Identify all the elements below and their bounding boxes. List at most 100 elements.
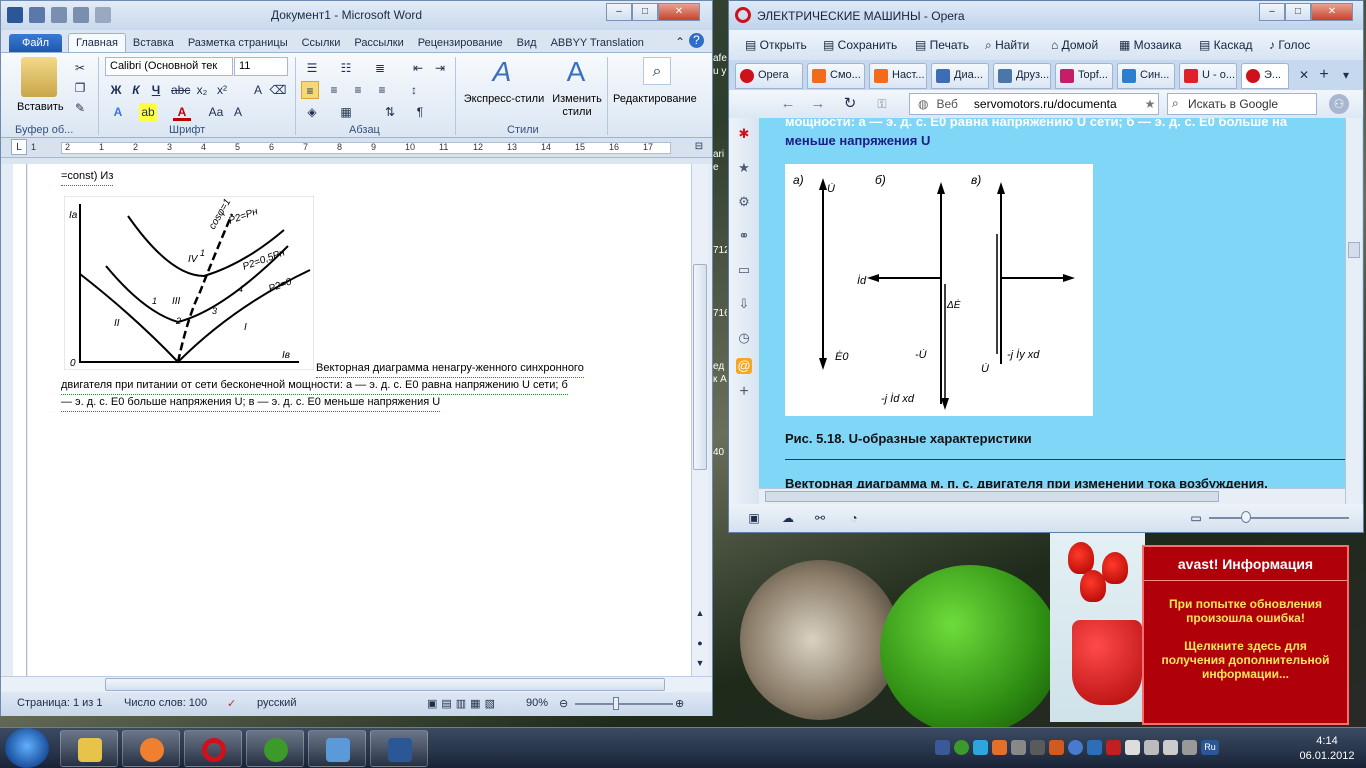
tray-avast-icon[interactable] (1049, 740, 1064, 755)
zoom-slider[interactable] (575, 703, 673, 705)
tab-nast[interactable]: Наст... (869, 63, 927, 89)
undo-icon[interactable] (51, 7, 67, 23)
tab-dia[interactable]: Диа... (931, 63, 989, 89)
zoom-level[interactable]: 90% (526, 697, 548, 709)
prev-page-icon[interactable]: ▲ (692, 604, 708, 622)
ribbon-minimize-icon[interactable]: ⌃ (671, 33, 689, 51)
sidebar-favorites-icon[interactable]: ★ (736, 160, 752, 176)
zoom-slider-thumb[interactable] (613, 697, 619, 710)
format-painter-icon[interactable]: ✎ (71, 99, 89, 117)
minimize-button[interactable]: – (606, 3, 632, 21)
font-color-icon[interactable]: A (173, 103, 191, 121)
tab-insert[interactable]: Вставка (126, 34, 181, 52)
tray-skype-icon[interactable] (973, 740, 988, 755)
copy-icon[interactable]: ❐ (71, 79, 89, 97)
new-tab-icon[interactable]: + (1315, 66, 1333, 84)
taskbar-word[interactable] (370, 730, 428, 767)
sidebar-unite-icon[interactable]: ⚭ (736, 228, 752, 244)
opera-vertical-scrollbar[interactable] (1345, 118, 1362, 504)
align-right-icon[interactable]: ≡ (349, 81, 367, 99)
tab-layout[interactable]: Разметка страницы (181, 34, 295, 52)
panel-toggle-icon[interactable]: ▣ (745, 509, 763, 527)
vector-diagram-figure[interactable]: а) б) в) U̇ İd Ė0 ΔĖ -U̇ -j İd xd -j İy … (785, 164, 1093, 416)
opera-close-button[interactable]: ✕ (1311, 3, 1353, 21)
status-language[interactable]: русский (257, 697, 296, 709)
font-name-combo[interactable]: Calibri (Основной тек (105, 57, 233, 76)
font-grow-icon[interactable]: A (249, 81, 267, 99)
opera-scroll-thumb[interactable] (1348, 242, 1360, 258)
change-styles-button[interactable]: Изменить стили (549, 93, 605, 119)
tray-flag-icon[interactable] (1125, 740, 1140, 755)
menu-print-button[interactable]: ▤ Печать (915, 38, 969, 52)
tray-language[interactable]: Ru (1201, 740, 1219, 755)
tab-view[interactable]: Вид (510, 34, 544, 52)
bold-icon[interactable]: Ж (107, 81, 125, 99)
menu-save-button[interactable]: ▤ Сохранить (823, 38, 897, 52)
decrease-indent-icon[interactable]: ⇤ (409, 59, 427, 77)
tray-app2-icon[interactable] (1011, 740, 1026, 755)
tab-references[interactable]: Ссылки (295, 34, 348, 52)
tray-update-icon[interactable] (1068, 740, 1083, 755)
borders-icon[interactable]: ▦ (337, 103, 355, 121)
word-vertical-scrollbar[interactable]: ▲ ● ▼ (691, 164, 708, 676)
tab-active[interactable]: Э... (1241, 63, 1289, 89)
show-marks-icon[interactable]: ¶ (411, 103, 429, 121)
cut-icon[interactable]: ✂ (71, 59, 89, 77)
menu-cascade-button[interactable]: ▤ Каскад (1199, 38, 1253, 52)
redo-icon[interactable] (73, 7, 89, 23)
next-page-icon[interactable]: ▼ (692, 654, 708, 672)
sidebar-history-icon[interactable]: ◷ (736, 330, 752, 346)
sidebar-bookmarks-icon[interactable]: ✱ (736, 126, 752, 142)
save-icon[interactable] (29, 7, 45, 23)
taskbar-picture-viewer[interactable] (308, 730, 366, 767)
change-case-icon[interactable]: A (229, 103, 247, 121)
sidebar-notes-icon[interactable]: ▭ (736, 262, 752, 278)
opera-horizontal-scrollbar[interactable] (759, 488, 1345, 504)
tab-close-icon[interactable]: ✕ (1295, 66, 1313, 84)
taskbar-media-player[interactable] (122, 730, 180, 767)
opera-link-icon[interactable]: ⚇ (1329, 94, 1349, 114)
shading-icon[interactable]: ◈ (303, 103, 321, 121)
express-styles-icon[interactable]: A (487, 57, 517, 87)
superscript-icon[interactable]: x² (213, 81, 231, 99)
bookmark-star-icon[interactable]: ★ (1141, 95, 1159, 113)
tab-druz[interactable]: Друз... (993, 63, 1051, 89)
turbo-icon[interactable]: ⚯ (811, 509, 829, 527)
document-page[interactable]: =const) Из Iа 0 Iв cosφ=1 P2=Pн P2=0,5Pн… (28, 164, 691, 676)
change-styles-icon[interactable]: A (561, 57, 591, 87)
tray-alert-icon[interactable] (1106, 740, 1121, 755)
subscript-icon[interactable]: x₂ (193, 81, 211, 99)
tab-menu-icon[interactable]: ▾ (1337, 66, 1355, 84)
avast-body[interactable]: При попытке обновления произошла ошибка!… (1144, 581, 1347, 697)
bullets-icon[interactable]: ☰ (303, 59, 321, 77)
tab-file[interactable]: Файл (9, 34, 63, 52)
align-left-icon[interactable]: ≡ (301, 81, 319, 99)
increase-indent-icon[interactable]: ⇥ (431, 59, 449, 77)
clock[interactable]: 4:14 06.01.2012 (1296, 734, 1358, 764)
word-app-icon[interactable] (7, 7, 23, 23)
unite-cloud-icon[interactable]: ☁ (779, 509, 797, 527)
tab-topf[interactable]: Topf... (1055, 63, 1113, 89)
browse-object-icon[interactable]: ● (692, 634, 708, 652)
tray-facebook-icon[interactable] (935, 740, 950, 755)
clear-format-icon[interactable]: ⌫ (269, 81, 287, 99)
taskbar-explorer[interactable] (60, 730, 118, 767)
font-size-combo[interactable]: 11 (234, 57, 288, 76)
numbering-icon[interactable]: ☷ (337, 59, 355, 77)
text-effects-icon[interactable]: A (109, 103, 127, 121)
back-icon[interactable]: ← (779, 95, 797, 113)
reload-icon[interactable]: ↻ (841, 95, 859, 113)
menu-home-button[interactable]: ⌂ Домой (1051, 38, 1098, 52)
word-hscroll-thumb[interactable] (105, 678, 665, 691)
underline-icon[interactable]: Ч (147, 81, 165, 99)
avast-notification[interactable]: avast! Информация При попытке обновления… (1142, 545, 1349, 725)
search-field[interactable]: ⌕ Искать в Google (1167, 93, 1317, 115)
tray-app3-icon[interactable] (1030, 740, 1045, 755)
u-curves-graph[interactable]: Iа 0 Iв cosφ=1 P2=Pн P2=0,5Pн P2=0 I II … (64, 196, 314, 370)
tray-bluetooth-icon[interactable] (1087, 740, 1102, 755)
close-button[interactable]: ✕ (658, 3, 700, 21)
forward-icon[interactable]: → (809, 95, 827, 113)
proofing-icon[interactable]: ✓ (227, 697, 236, 710)
justify-icon[interactable]: ≡ (373, 81, 391, 99)
opera-maximize-button[interactable]: □ (1285, 3, 1311, 21)
